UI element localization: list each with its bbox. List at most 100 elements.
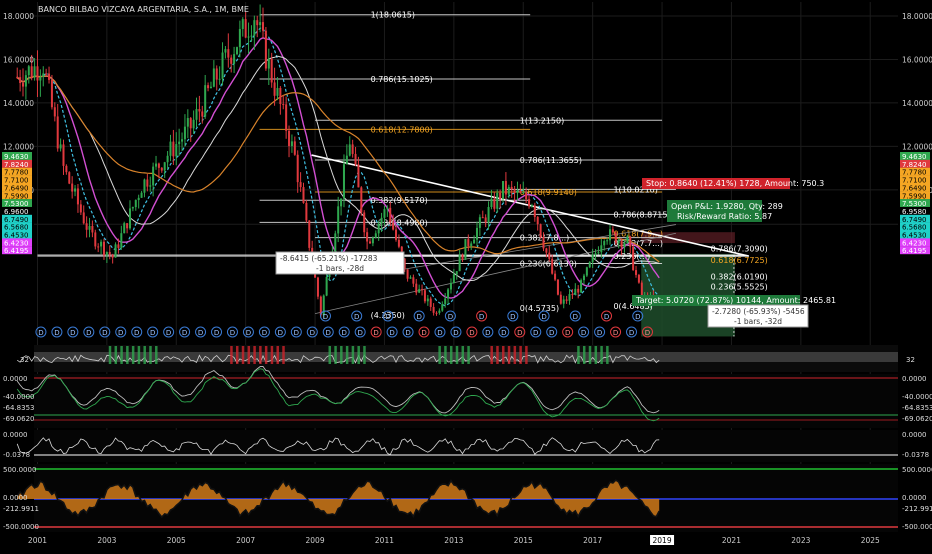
candle-body: [30, 66, 33, 78]
candle-body: [368, 241, 372, 244]
candle-body: [337, 206, 340, 234]
osc1-spike: [270, 346, 274, 364]
osc1-spike: [467, 346, 470, 364]
osc1-spike: [525, 346, 528, 364]
candle-body: [198, 109, 201, 112]
x-axis-tick: 2003: [97, 536, 116, 545]
event-letter: D: [214, 329, 219, 337]
candle-body: [418, 289, 421, 293]
candle-body: [166, 155, 169, 163]
candle-body: [212, 68, 215, 87]
candle-body: [65, 165, 68, 173]
price-badge-label: 7.5990: [902, 192, 927, 200]
candle-body: [195, 109, 198, 120]
event-letter: D: [416, 313, 421, 321]
event-letter: D: [573, 313, 578, 321]
panel-tick: 500.0000: [3, 466, 36, 474]
candle-body: [342, 164, 345, 199]
panel-tick: -40.0000: [3, 393, 34, 401]
candle-body: [97, 246, 100, 248]
panel-tick: 0.0000: [3, 375, 28, 383]
osc1-spike: [513, 346, 517, 364]
price-badge-label: 6.4530: [902, 232, 927, 240]
osc1-right-value: 32: [906, 356, 915, 364]
candle-body: [432, 306, 435, 313]
candle-body: [253, 20, 256, 36]
candle-body: [256, 20, 259, 26]
candle-body: [140, 192, 143, 198]
candle-body: [33, 66, 36, 78]
candle-body: [238, 29, 241, 48]
candle-body: [452, 274, 455, 283]
candle-body: [496, 192, 499, 209]
price-badge-label: 7.5990: [4, 192, 29, 200]
event-letter: D: [533, 329, 538, 337]
candle-body: [455, 271, 458, 275]
candle-body: [582, 275, 585, 281]
candle-body: [545, 248, 548, 253]
candle-body: [267, 58, 270, 69]
candle-body: [163, 162, 166, 171]
osc1-spike: [155, 346, 158, 364]
candle-body: [152, 166, 155, 186]
measure-line1: -8.6415 (-65.21%) -17283: [280, 254, 378, 263]
candle-body: [626, 236, 629, 244]
candle-body: [574, 288, 577, 295]
candle-body: [386, 207, 389, 210]
candle-body: [635, 270, 638, 275]
candle-body: [548, 252, 551, 259]
candle-body: [155, 163, 158, 167]
candle-body: [221, 52, 224, 79]
candle-body: [360, 187, 363, 213]
candle-body: [105, 252, 108, 256]
osc1-spike: [455, 346, 459, 364]
candle-body: [16, 76, 19, 78]
candle-body: [59, 144, 62, 149]
osc1-spike: [351, 346, 355, 364]
fib-label: 0(4.5735): [520, 304, 559, 313]
candle-body: [259, 22, 262, 26]
event-letter: D: [150, 329, 155, 337]
candle-body: [502, 181, 505, 199]
candle-body: [123, 223, 126, 234]
candle-body: [588, 262, 591, 268]
candle-body: [50, 79, 53, 108]
candle-body: [522, 191, 525, 193]
event-letter: D: [38, 329, 43, 337]
candle-body: [467, 239, 470, 247]
candle-body: [383, 209, 386, 218]
candle-body: [519, 190, 522, 193]
fib-label: 1(13.2150): [520, 116, 564, 125]
event-letter: D: [581, 329, 586, 337]
event-letter: D: [549, 329, 554, 337]
panel-tick: -212.9911: [902, 505, 932, 513]
panel-tick: 0.0000: [902, 494, 927, 502]
candle-body: [397, 239, 400, 247]
price-badge-label: 6.4195: [4, 247, 29, 255]
candle-body: [227, 49, 230, 58]
candle-body: [45, 73, 48, 75]
fib-label: 0.786(15.1025): [371, 75, 433, 84]
candle-body: [134, 200, 137, 208]
candle-body: [85, 223, 88, 230]
osc1-spike: [334, 346, 337, 364]
candle-body: [316, 277, 319, 297]
osc1-spike: [241, 346, 245, 364]
candle-body: [530, 205, 533, 207]
candle-body: [128, 208, 132, 229]
candle-body: [603, 241, 606, 246]
measure-line1: -2.7280 (-65.93%) -5456: [712, 307, 805, 316]
candle-body: [100, 241, 103, 247]
panel-tick: -40.0000: [902, 393, 932, 401]
candle-body: [279, 88, 282, 105]
price-badge-label: 6.4530: [4, 232, 29, 240]
osc1-spike: [588, 346, 592, 364]
candle-body: [348, 144, 351, 156]
panel-tick: -212.9911: [3, 505, 39, 513]
osc1-spike: [230, 346, 233, 364]
candle-body: [449, 282, 452, 290]
candle-body: [571, 294, 574, 296]
candle-body: [539, 224, 542, 238]
candle-body: [172, 141, 175, 157]
event-letter: D: [262, 329, 267, 337]
